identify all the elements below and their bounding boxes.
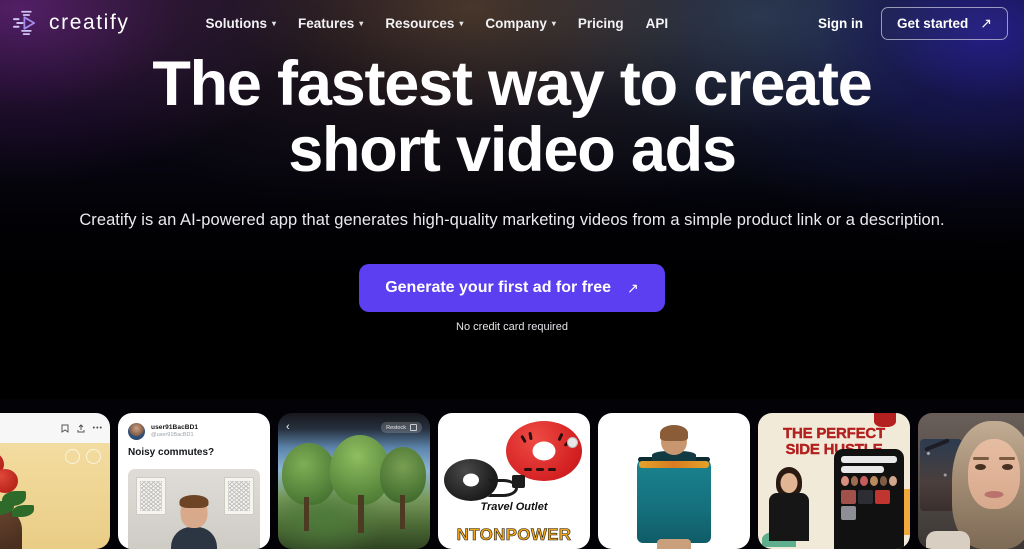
presenter (768, 467, 810, 541)
cta-label: Generate your first ad for free (385, 279, 612, 297)
hero-cta-group: Generate your first ad for free ↗ No cre… (0, 264, 1024, 333)
flower (0, 469, 18, 493)
phone-screen (838, 456, 900, 520)
product-brand: NTONPOWER (456, 525, 572, 545)
get-started-button[interactable]: Get started ↗ (880, 6, 1008, 40)
card-image: Swift (0, 443, 110, 549)
phone-mockup (834, 449, 904, 549)
share-icon (77, 423, 85, 432)
headline-line-1: The fastest way to create (152, 49, 872, 119)
browser-icons: ••• (61, 423, 103, 433)
plug-icon (512, 475, 525, 488)
nav-item-label: Pricing (577, 15, 624, 31)
tree-trunk (304, 497, 309, 531)
chevron-down-icon: ▾ (551, 19, 556, 28)
video-card-outdoor-trees[interactable]: ‹ Restock (278, 413, 430, 549)
nav-item-resources[interactable]: Resources ▾ (385, 16, 463, 31)
tree-trunk (400, 495, 405, 529)
jacket-stripe (639, 461, 709, 468)
nav-item-pricing[interactable]: Pricing (578, 16, 624, 31)
back-arrow-icon[interactable]: ‹ (286, 421, 290, 433)
username: user91BacBD1 (151, 424, 199, 431)
nav-item-company[interactable]: Company ▾ (485, 16, 556, 31)
jacket (637, 457, 711, 543)
tweet-photo (128, 469, 260, 549)
video-card-flowers[interactable]: ...com ••• Swift (0, 413, 110, 549)
chevron-down-icon: ▾ (459, 19, 464, 28)
restock-label: Restock (386, 424, 406, 431)
nav-item-label: Resources (385, 15, 455, 31)
browser-chrome-bar: ...com ••• (0, 413, 110, 443)
headline-line-2: short video ads (288, 114, 737, 185)
nav-item-api[interactable]: API (646, 16, 669, 31)
video-card-teal-jacket[interactable] (598, 413, 750, 549)
person (171, 495, 217, 549)
red-power-strip (506, 421, 582, 481)
brand-logo[interactable]: creatify (12, 10, 130, 36)
arrow-up-right-icon: ↗ (980, 15, 992, 31)
video-card-travel-outlet[interactable]: Travel Outlet NTONPOWER (438, 413, 590, 549)
get-started-label: Get started (896, 15, 969, 31)
cart-icon (86, 449, 101, 464)
square-icon (410, 424, 417, 431)
tweet-author: user91BacBD1 @user91BacBD1 (151, 423, 198, 438)
sign-in-link[interactable]: Sign in (818, 16, 863, 31)
chevron-down-icon: ▾ (272, 19, 277, 28)
product-label: Travel Outlet (480, 501, 548, 513)
restock-pill: Restock (381, 422, 422, 433)
face (968, 439, 1020, 509)
wall-art (224, 477, 254, 515)
landing-page: creatify Solutions ▾ Features ▾ Resource… (0, 0, 1024, 549)
mute-icon (65, 449, 80, 464)
nav-item-label: Features (298, 15, 355, 31)
hero-subheading: Creatify is an AI-powered app that gener… (79, 211, 945, 230)
clothing (926, 531, 970, 549)
user-handle: @user91BacBD1 (151, 432, 194, 438)
top-navigation-bar: creatify Solutions ▾ Features ▾ Resource… (0, 0, 1024, 46)
model-leg (657, 539, 691, 549)
avatar-row (838, 476, 900, 486)
thumbnail-grid (838, 490, 900, 520)
nav-item-label: API (645, 15, 669, 31)
video-examples-strip: ...com ••• Swift (0, 413, 1024, 549)
nav-item-label: Solutions (205, 15, 268, 31)
page-title: The fastest way to create short video ad… (0, 49, 1024, 185)
tree (282, 443, 336, 505)
hero-section: The fastest way to create short video ad… (0, 49, 1024, 333)
brand-name: creatify (49, 11, 130, 34)
nav-item-solutions[interactable]: Solutions ▾ (206, 16, 277, 31)
video-card-noisy-commutes[interactable]: user91BacBD1 @user91BacBD1 Noisy commute… (118, 413, 270, 549)
creatify-arrow-logo-icon (13, 10, 36, 36)
tweet-text: Noisy commutes? (128, 447, 215, 458)
no-credit-card-note: No credit card required (456, 321, 568, 334)
nav-actions: Sign in Get started ↗ (818, 6, 1008, 40)
bookmark-icon (61, 424, 69, 433)
leaf (12, 505, 34, 517)
nav-item-features[interactable]: Features ▾ (298, 16, 363, 31)
model-hair (660, 425, 688, 441)
avatar (128, 423, 145, 440)
tweet-header: user91BacBD1 @user91BacBD1 (118, 413, 270, 440)
chevron-down-icon: ▾ (359, 19, 364, 28)
video-card-woman-in-car[interactable] (918, 413, 1024, 549)
arrow-up-right-icon: ↗ (627, 280, 639, 297)
nav-item-label: Company (485, 15, 547, 31)
more-icon: ••• (92, 424, 103, 432)
nav-links: Solutions ▾ Features ▾ Resources ▾ Compa… (206, 16, 669, 31)
tree-trunk (358, 495, 364, 533)
headline-line-1: THE PERFECT (783, 425, 886, 442)
generate-first-ad-button[interactable]: Generate your first ad for free ↗ (359, 264, 665, 313)
video-card-side-hustle[interactable]: THE PERFECT SIDE HUSTLE (758, 413, 910, 549)
wall-art (136, 477, 166, 515)
